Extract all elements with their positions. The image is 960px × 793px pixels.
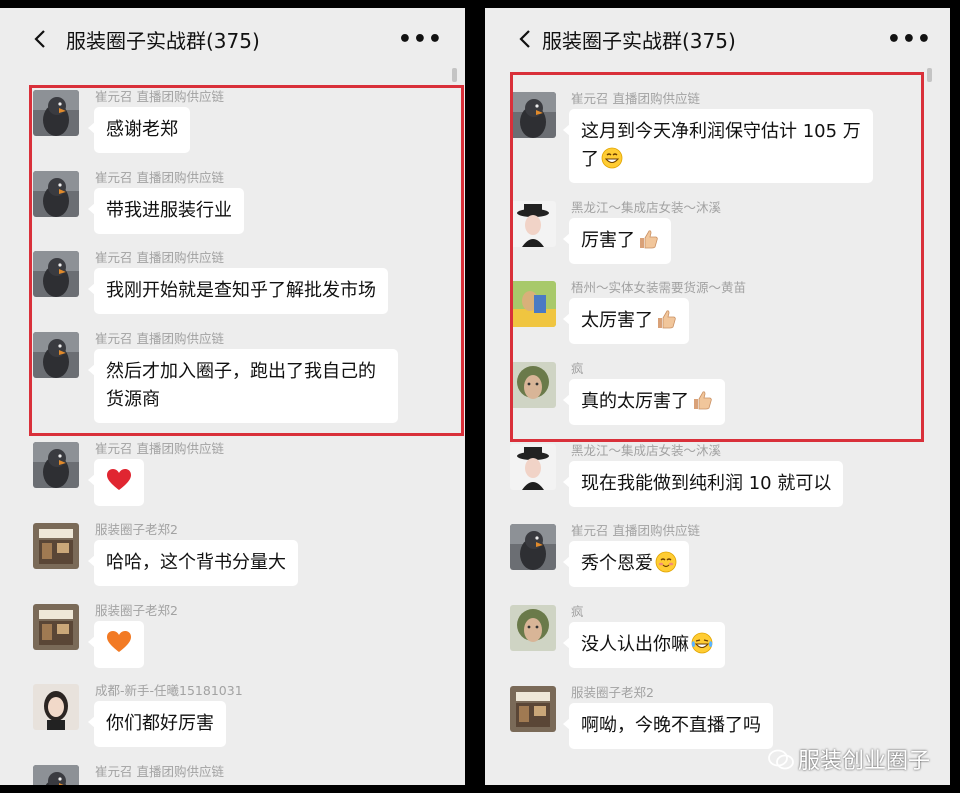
sender-name: 服装圈子老郑2	[95, 603, 178, 618]
sender-name: 疯	[571, 604, 584, 619]
sender-name: 崔元召 直播团购供应链	[95, 170, 224, 185]
avatar[interactable]	[33, 90, 79, 136]
avatar[interactable]	[33, 684, 79, 730]
avatar[interactable]	[33, 523, 79, 569]
grinning-face-icon	[601, 147, 623, 169]
chat-screen-left: 服装圈子实战群(375) ••• 崔元召 直播团购供应链 感谢老郑 崔元召 直播…	[0, 8, 465, 785]
message-text: 没人认出你嘛	[581, 634, 689, 655]
watermark: 服装创业圈子	[768, 743, 930, 775]
message-bubble[interactable]: 感谢老郑	[88, 107, 190, 153]
sender-name: 崔元召 直播团购供应链	[571, 523, 700, 538]
thumbs-up-icon	[691, 389, 713, 411]
blushing-face-icon	[655, 551, 677, 573]
message-text: 真的太厉害了	[581, 391, 689, 412]
sender-name: 黑龙江～集成店女装～沐溪	[571, 200, 722, 215]
message-bubble[interactable]: 太厉害了	[563, 298, 689, 344]
message-text: 秀个恩爱	[581, 553, 653, 574]
watermark-text: 服装创业圈子	[797, 749, 930, 774]
more-options-icon[interactable]: •••	[398, 27, 443, 52]
message-bubble[interactable]: 现在我能做到纯利润 10 就可以	[562, 461, 844, 507]
sender-name: 崔元召 直播团购供应链	[95, 89, 224, 104]
sender-name: 崔元召 直播团购供应链	[95, 441, 224, 456]
sender-name: 崔元召 直播团购供应链	[95, 764, 224, 779]
message-bubble[interactable]: 然后才加入圈子，跑出了我自己的货源商	[88, 349, 398, 423]
back-arrow-icon[interactable]	[515, 28, 537, 50]
sender-name: 崔元召 直播团购供应链	[95, 250, 224, 265]
message-bubble[interactable]	[88, 459, 144, 506]
wechat-icon	[768, 749, 794, 770]
avatar[interactable]	[510, 201, 556, 247]
message-text: 厉害了	[581, 230, 635, 251]
chat-title: 服装圈子实战群(375)	[542, 29, 736, 53]
scrollbar[interactable]	[927, 68, 932, 82]
thumbs-up-icon	[655, 308, 677, 330]
thumbs-up-icon	[637, 228, 659, 250]
sender-name: 崔元召 直播团购供应链	[571, 91, 700, 106]
avatar[interactable]	[510, 686, 556, 732]
avatar[interactable]	[510, 524, 556, 570]
sender-name: 服装圈子老郑2	[95, 522, 178, 537]
message-bubble[interactable]: 真的太厉害了	[563, 379, 725, 425]
avatar[interactable]	[510, 362, 556, 408]
red-heart-icon	[107, 469, 131, 490]
message-bubble[interactable]: 厉害了	[563, 218, 671, 264]
message-bubble[interactable]: 这月到今天净利润保守估计 105 万了	[563, 109, 873, 183]
chat-header: 服装圈子实战群(375) •••	[0, 8, 465, 70]
more-options-icon[interactable]: •••	[887, 27, 932, 52]
sender-name: 成都-新手-任曦15181031	[95, 683, 243, 698]
avatar[interactable]	[33, 332, 79, 378]
message-bubble[interactable]: 啊呦，今晚不直播了吗	[563, 703, 773, 749]
chat-header: 服装圈子实战群(375) •••	[485, 8, 950, 70]
message-text: 太厉害了	[581, 310, 653, 331]
sender-name: 疯	[571, 361, 584, 376]
avatar[interactable]	[510, 281, 556, 327]
message-bubble[interactable]: 没人认出你嘛	[563, 622, 725, 668]
sender-name: 黑龙江～集成店女装～沐溪	[571, 443, 722, 458]
avatar[interactable]	[510, 605, 556, 651]
back-arrow-icon[interactable]	[30, 28, 52, 50]
message-bubble[interactable]: 你们都好厉害	[88, 701, 226, 747]
sender-name: 梧州～实体女装需要货源～黄苗	[571, 280, 747, 295]
avatar[interactable]	[33, 765, 79, 785]
scrollbar[interactable]	[452, 68, 457, 82]
message-bubble[interactable]: 带我进服装行业	[88, 188, 244, 234]
message-bubble[interactable]: 哈哈，这个背书分量大	[88, 540, 298, 586]
avatar[interactable]	[510, 444, 556, 490]
tears-of-joy-icon	[691, 632, 713, 654]
avatar[interactable]	[33, 171, 79, 217]
sender-name: 服装圈子老郑2	[571, 685, 654, 700]
chat-screen-right: 服装圈子实战群(375) ••• 崔元召 直播团购供应链 这月到今天净利润保守估…	[485, 8, 950, 785]
sender-name: 崔元召 直播团购供应链	[95, 331, 224, 346]
message-bubble[interactable]: 我刚开始就是查知乎了解批发市场	[88, 268, 388, 314]
message-bubble[interactable]: 秀个恩爱	[563, 541, 689, 587]
orange-heart-icon	[107, 631, 131, 652]
avatar[interactable]	[33, 251, 79, 297]
chat-title: 服装圈子实战群(375)	[66, 29, 260, 53]
avatar[interactable]	[33, 442, 79, 488]
message-bubble[interactable]	[88, 621, 144, 668]
avatar[interactable]	[33, 604, 79, 650]
avatar[interactable]	[510, 92, 556, 138]
